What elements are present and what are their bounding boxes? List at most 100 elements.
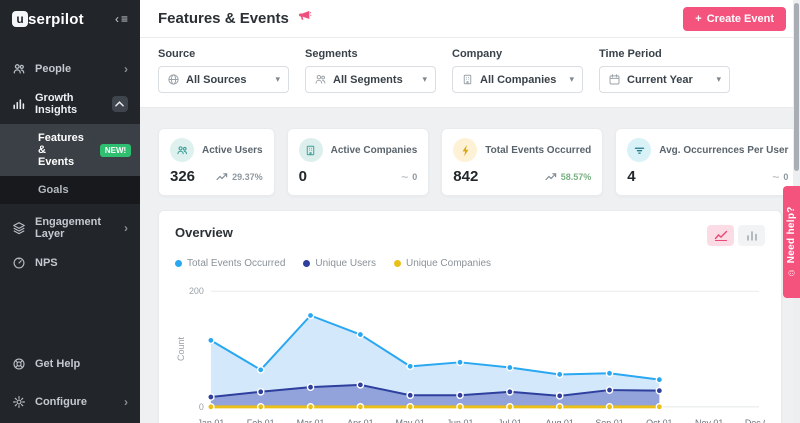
legend-label: Total Events Occurred [187,258,286,269]
svg-text:May 01: May 01 [396,418,425,423]
users-icon [315,75,326,84]
active-companies-icon [298,138,323,162]
filter-time-period: Time Period Current Year ▾ [599,48,730,93]
legend-label: Unique Companies [405,258,492,269]
active-users-icon [170,138,194,162]
company-select[interactable]: All Companies ▾ [452,66,583,93]
stats-row: Active Users 326 29.37% Active Companies… [158,128,800,196]
bar-chart-icon [746,231,757,241]
svg-text:Feb 01: Feb 01 [247,418,275,423]
line-chart-icon [714,230,727,241]
selected-value: All Segments [333,73,403,86]
selected-value: All Sources [186,73,247,86]
svg-text:Mar 01: Mar 01 [297,418,325,423]
trend-indicator: 29.37% [216,172,263,182]
layers-icon [12,221,26,235]
trend-indicator: 58.57% [545,172,591,182]
stat-card-active-users: Active Users 326 29.37% [158,128,275,196]
new-badge: NEW! [99,143,132,157]
legend-item[interactable]: Unique Companies [393,258,492,269]
area-chart[interactable]: 0 200 Jan 01 Feb 01 Mar 01 Apr 01 May 01 Jun 01… [175,279,765,423]
create-event-label: Create Event [706,12,774,25]
segments-select[interactable]: All Segments ▾ [305,66,436,93]
svg-text:Oct 01: Oct 01 [646,418,672,423]
sidebar-item-people[interactable]: People › [0,54,140,84]
plus-icon: + [695,12,702,25]
main-area: Features & Events + Create Event Source … [140,0,800,423]
svg-text:Aug 01: Aug 01 [546,418,574,423]
scrollbar-thumb[interactable] [794,3,799,171]
collapse-section-button[interactable] [111,96,128,112]
chart-canvas: 0 200 Jan 01 Feb 01 Mar 01 Apr 01 May 01 Jun 01… [176,286,765,423]
create-event-button[interactable]: + Create Event [683,6,786,31]
svg-text:Count: Count [176,337,186,361]
sidebar-item-label: People [35,63,72,75]
svg-text:Jul 01: Jul 01 [498,418,522,423]
line-chart-toggle-button[interactable] [707,225,734,246]
legend-label: Unique Users [315,258,376,269]
trend-value: 29.37% [232,171,263,182]
caret-down-icon: ▾ [716,74,721,84]
svg-text:Dec 01: Dec 01 [745,418,765,423]
svg-text:0: 0 [199,402,204,412]
overview-card: Overview Total Events Occurred Unique Us… [158,210,782,423]
trend-up-icon [545,173,556,181]
smiley-icon: ☺ [786,266,797,279]
selected-value: Current Year [627,73,693,86]
globe-icon [168,74,179,85]
svg-text:200: 200 [189,286,204,296]
sidebar-item-label: Growth Insights [35,92,78,116]
page-header: Features & Events + Create Event [140,0,800,38]
sidebar-item-features-events[interactable]: Features & Events NEW! [0,124,140,176]
chart-type-toggle [707,225,765,246]
page-title: Features & Events [158,10,289,27]
sidebar-item-configure[interactable]: Configure › [0,387,140,417]
logo-u-icon: u [12,11,28,27]
legend-item[interactable]: Unique Users [303,258,376,269]
svg-text:Jan 01: Jan 01 [197,418,224,423]
filter-source: Source All Sources ▾ [158,48,289,93]
bar-chart-toggle-button[interactable] [738,225,765,246]
logo: u serpilot ‹ ≡ [0,0,140,38]
stat-value: 326 [170,168,196,185]
need-help-tab[interactable]: ☺ Need help? [783,186,800,298]
sidebar-item-nps[interactable]: NPS [0,248,140,278]
life-buoy-icon [12,357,26,371]
sidebar-item-label: Engagement Layer [35,216,102,240]
overview-title: Overview [175,225,233,240]
sidebar-item-growth-insights[interactable]: Growth Insights [0,84,140,124]
trend-indicator: ~ 0 [772,170,789,184]
time-period-select[interactable]: Current Year ▾ [599,66,730,93]
filter-label: Time Period [599,48,662,60]
legend-item[interactable]: Total Events Occurred [175,258,285,269]
chevron-right-icon: › [124,395,128,409]
need-help-label: Need help? [786,205,797,263]
trend-indicator: ~ 0 [401,170,418,184]
chevron-left-icon: ‹ [114,12,119,26]
trend-value: 0 [412,172,418,182]
stat-card-avg-occurrences: Avg. Occurrences Per User 4 ~ 0 [615,128,800,196]
source-select[interactable]: All Sources ▾ [158,66,289,93]
sidebar-nav: People › Growth Insights Features & Even… [0,54,140,423]
stat-value: 842 [453,168,479,185]
sidebar-item-goals[interactable]: Goals [0,176,140,204]
filter-company: Company All Companies ▾ [452,48,583,93]
caret-down-icon: ▾ [422,74,427,84]
sidebar-item-label: Configure [35,396,87,408]
sidebar: userpilot ‹ ≡ People › Growth Insights [0,0,140,423]
sidebar-item-get-help[interactable]: Get Help [0,349,140,379]
people-icon [12,62,26,76]
sidebar-collapse-button[interactable]: ‹ ≡ [115,12,128,26]
stat-value: 4 [627,168,636,185]
logo-text: serpilot [28,10,84,28]
svg-text:Sep 01: Sep 01 [595,418,623,423]
filter-label: Company [452,48,503,60]
chart-legend: Total Events Occurred Unique Users Uniqu… [175,258,765,269]
content-area: Active Users 326 29.37% Active Companies… [140,108,800,423]
building-icon [463,74,472,85]
chevron-up-icon [115,101,125,107]
sidebar-item-engagement-layer[interactable]: Engagement Layer › [0,208,140,248]
avg-occurrences-icon [627,138,652,162]
stat-card-total-events: Total Events Occurred 842 58.57% [441,128,604,196]
caret-down-icon: ▾ [569,74,574,84]
